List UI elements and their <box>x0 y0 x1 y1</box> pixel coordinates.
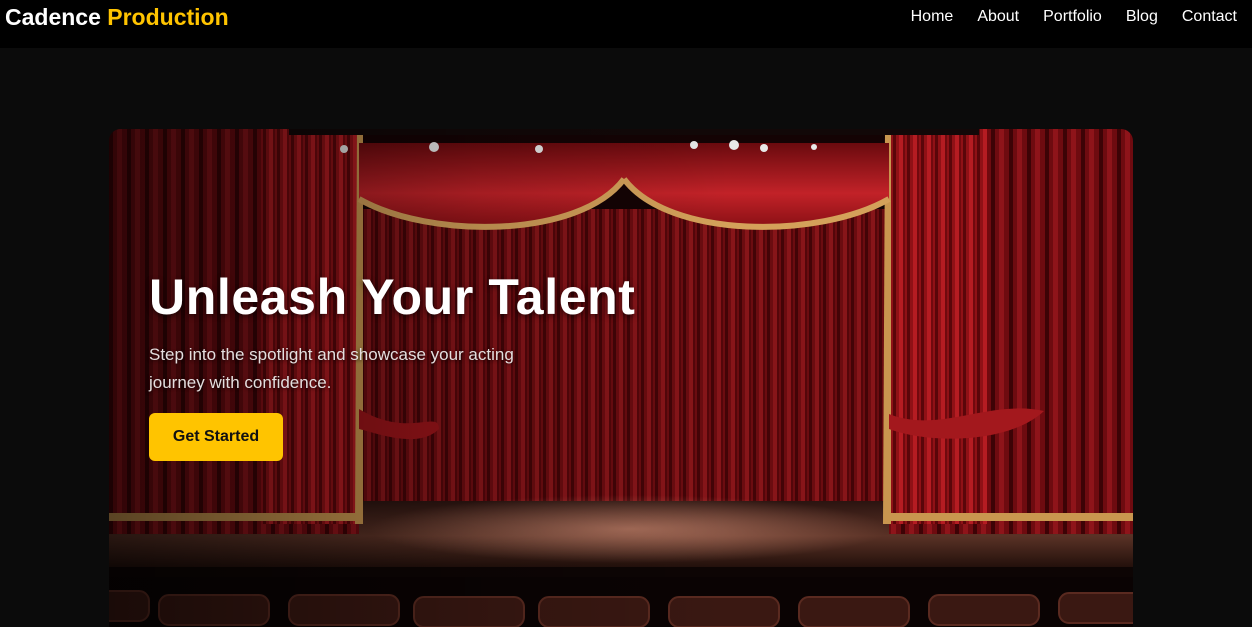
top-navbar: Cadence Production Home About Portfolio … <box>0 0 1252 48</box>
hero-subtitle: Step into the spotlight and showcase you… <box>149 345 514 392</box>
hero-banner: Unleash Your Talent Step into the spotli… <box>109 129 1133 627</box>
hero-title: Unleash Your Talent <box>149 269 636 325</box>
hero-content: Unleash Your Talent Step into the spotli… <box>149 269 636 461</box>
nav-link-portfolio[interactable]: Portfolio <box>1043 7 1102 27</box>
nav-link-blog[interactable]: Blog <box>1126 7 1158 27</box>
nav-link-home[interactable]: Home <box>911 7 954 27</box>
nav-link-contact[interactable]: Contact <box>1182 7 1237 27</box>
brand-name-first: Cadence <box>5 4 101 30</box>
get-started-button[interactable]: Get Started <box>149 413 283 461</box>
brand-name-second: Production <box>107 4 229 30</box>
nav-link-about[interactable]: About <box>977 7 1019 27</box>
main-nav: Home About Portfolio Blog Contact <box>911 7 1237 27</box>
brand-logo[interactable]: Cadence Production <box>5 3 229 31</box>
